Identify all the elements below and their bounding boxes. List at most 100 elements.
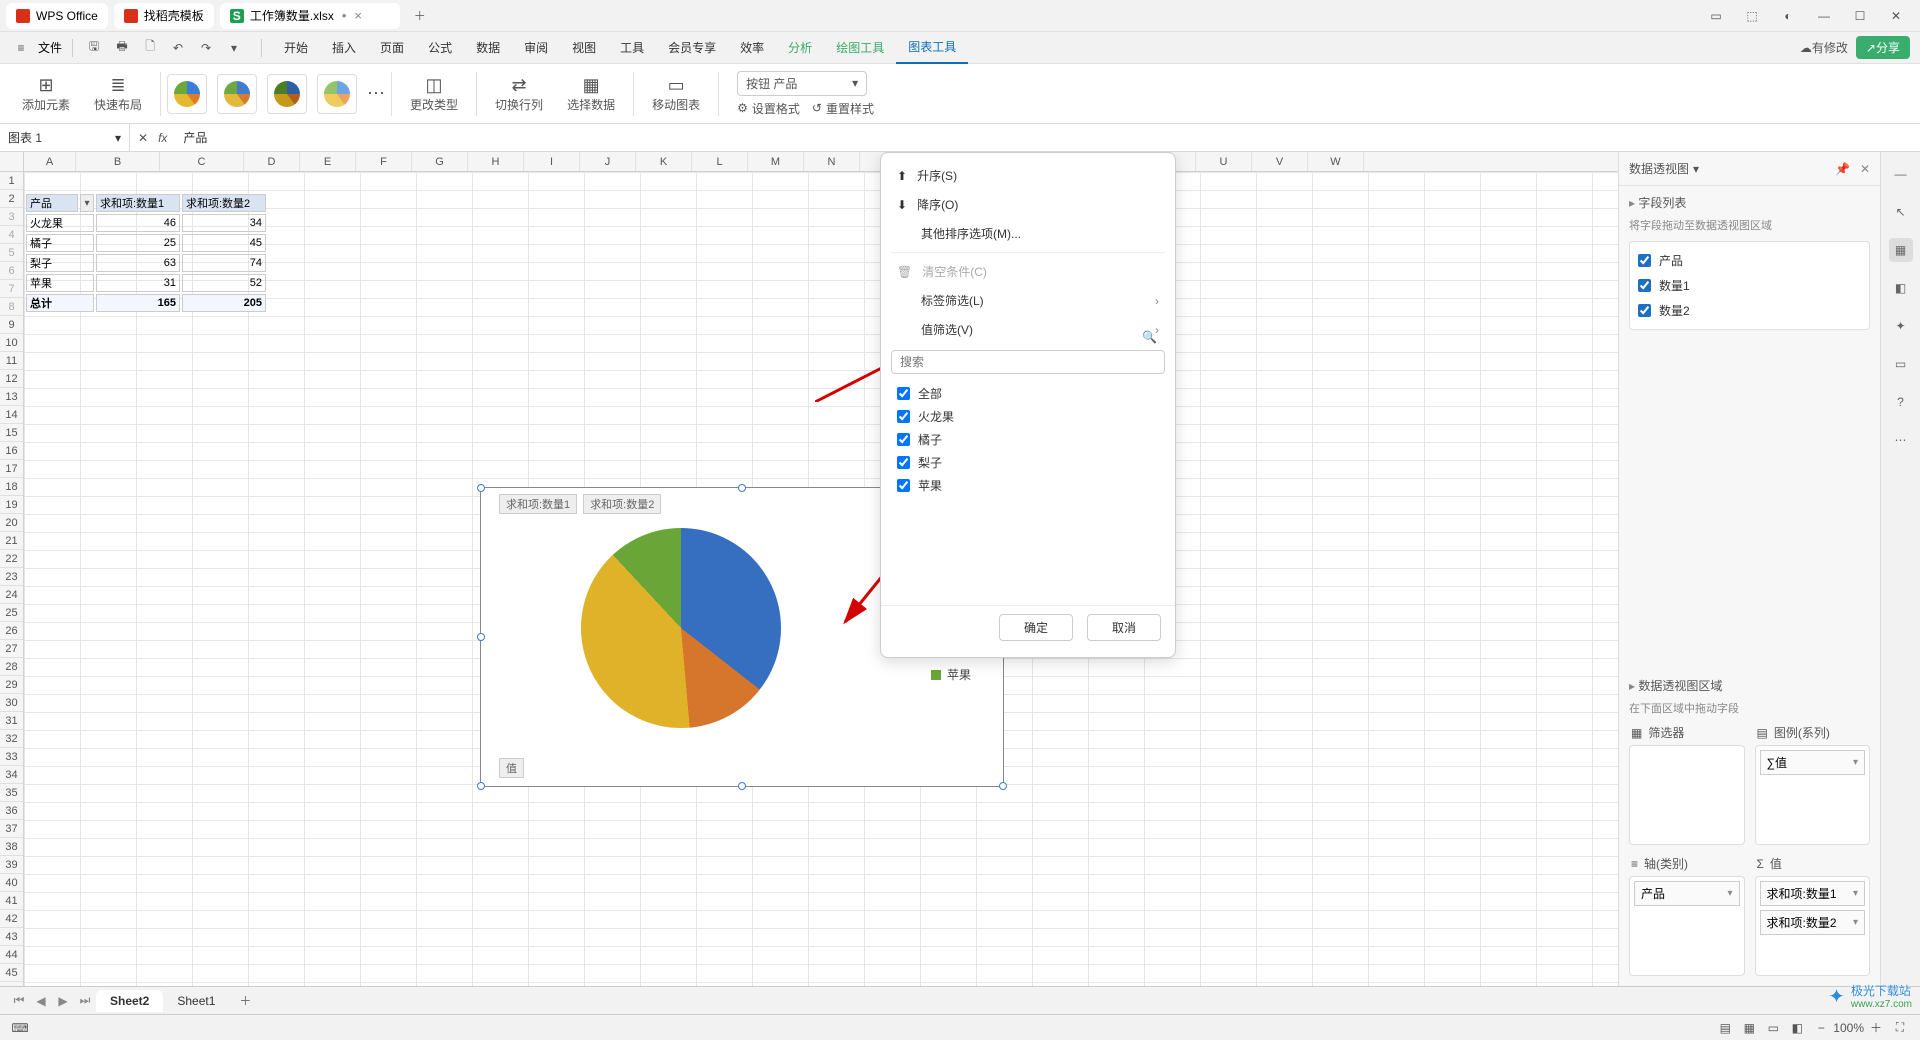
row-header[interactable]: 23 <box>0 568 23 586</box>
menu-view[interactable]: 视图 <box>560 32 608 64</box>
menu-start[interactable]: 开始 <box>272 32 320 64</box>
collapse-rail-icon[interactable]: — <box>1889 162 1913 186</box>
cell[interactable]: 46 <box>96 214 180 232</box>
change-type-button[interactable]: ◫更改类型 <box>410 74 458 113</box>
file-menu[interactable]: 文件 <box>38 39 62 56</box>
row-header[interactable]: 4 <box>0 226 23 244</box>
resize-handle[interactable] <box>738 782 746 790</box>
fullscreen-icon[interactable]: ⛶ <box>1888 1018 1912 1038</box>
menu-vip[interactable]: 会员专享 <box>656 32 728 64</box>
row-header[interactable]: 30 <box>0 694 23 712</box>
filter-option-all[interactable]: 全部 <box>897 382 1159 405</box>
row-header[interactable]: 10 <box>0 334 23 352</box>
add-element-button[interactable]: ⊞添加元素 <box>22 74 70 113</box>
move-chart-button[interactable]: ▭移动图表 <box>652 74 700 113</box>
menu-tools[interactable]: 工具 <box>608 32 656 64</box>
prev-sheet-icon[interactable]: ◀ <box>30 990 52 1012</box>
col-header[interactable]: U <box>1196 152 1252 171</box>
col-header[interactable]: A <box>24 152 76 171</box>
fx-icon[interactable]: fx <box>158 131 167 145</box>
name-box[interactable]: 图表 1▾ <box>0 124 130 151</box>
filter-option[interactable]: 火龙果 <box>897 405 1159 428</box>
filter-option[interactable]: 苹果 <box>897 474 1159 497</box>
view-page-icon[interactable]: ▦ <box>1737 1018 1761 1038</box>
close-icon[interactable]: ✕ <box>1860 162 1870 176</box>
book-icon[interactable]: ▭ <box>1889 352 1913 376</box>
row-header[interactable]: 28 <box>0 658 23 676</box>
menu-icon[interactable]: ≡ <box>10 37 32 59</box>
row-header[interactable]: 12 <box>0 370 23 388</box>
area-legend[interactable]: ∑值▾ <box>1755 745 1871 845</box>
cell[interactable]: 25 <box>96 234 180 252</box>
field-item[interactable]: 数量1 <box>1636 273 1863 298</box>
chart-style-4[interactable] <box>317 74 357 114</box>
menu-eff[interactable]: 效率 <box>728 32 776 64</box>
menu-data[interactable]: 数据 <box>464 32 512 64</box>
zoom-out-icon[interactable]: − <box>1809 1018 1833 1038</box>
undo-icon[interactable]: ↶ <box>167 37 189 59</box>
area-axis[interactable]: 产品▾ <box>1629 876 1745 976</box>
cell-total[interactable]: 总计 <box>26 294 94 312</box>
col-header[interactable]: D <box>244 152 300 171</box>
more-icon[interactable]: ⋯ <box>1889 428 1913 452</box>
chevron-down-icon[interactable]: ▾ <box>1853 757 1858 768</box>
select-all-corner[interactable] <box>0 152 24 171</box>
switch-row-col-button[interactable]: ⇄切换行列 <box>495 74 543 113</box>
button-field-dropdown[interactable]: 按钮 产品▾ <box>737 71 867 96</box>
reset-style-button[interactable]: ↺重置样式 <box>812 100 874 117</box>
label-filter[interactable]: 标签筛选(L)› <box>881 286 1175 315</box>
chevron-down-icon[interactable]: ▾ <box>1693 162 1699 176</box>
avatar-icon[interactable]: ◐ <box>1770 2 1806 30</box>
checkbox[interactable] <box>897 433 910 446</box>
col-header[interactable]: H <box>468 152 524 171</box>
col-header[interactable]: I <box>524 152 580 171</box>
legend-item[interactable]: 苹果 <box>931 666 989 683</box>
next-sheet-icon[interactable]: ▶ <box>52 990 74 1012</box>
menu-chart-tools[interactable]: 图表工具 <box>896 32 968 64</box>
legend-chip[interactable]: 求和项:数量2 <box>583 494 661 514</box>
cell[interactable]: 45 <box>182 234 266 252</box>
col-header[interactable]: B <box>76 152 160 171</box>
menu-drawing[interactable]: 绘图工具 <box>824 32 896 64</box>
area-item[interactable]: 求和项:数量2▾ <box>1760 910 1866 935</box>
row-header[interactable]: 9 <box>0 316 23 334</box>
cell-total[interactable]: 205 <box>182 294 266 312</box>
ok-button[interactable]: 确定 <box>999 614 1073 641</box>
row-header[interactable]: 22 <box>0 550 23 568</box>
checkbox[interactable] <box>897 456 910 469</box>
close-button[interactable]: ✕ <box>1878 2 1914 30</box>
row-header[interactable]: 15 <box>0 424 23 442</box>
view-reader-icon[interactable]: ◧ <box>1785 1018 1809 1038</box>
resize-handle[interactable] <box>477 633 485 641</box>
share-button[interactable]: ↗ 分享 <box>1856 36 1910 59</box>
checkbox[interactable] <box>1638 304 1651 317</box>
row-header[interactable]: 25 <box>0 604 23 622</box>
row-header[interactable]: 14 <box>0 406 23 424</box>
zoom-in-icon[interactable]: ＋ <box>1864 1018 1888 1038</box>
menu-analysis[interactable]: 分析 <box>776 32 824 64</box>
window-layout-icon[interactable]: ▭ <box>1698 2 1734 30</box>
row-header[interactable]: 35 <box>0 784 23 802</box>
pie-chart[interactable] <box>581 528 781 728</box>
col-header[interactable]: L <box>692 152 748 171</box>
sheet-area[interactable]: A B C document.write(Array.from({length:… <box>0 152 1618 986</box>
field-item[interactable]: 产品 <box>1636 248 1863 273</box>
other-sort[interactable]: 其他排序选项(M)... <box>881 219 1175 248</box>
new-tab-button[interactable]: ＋ <box>406 3 434 29</box>
sort-desc[interactable]: ⬇降序(O) <box>881 190 1175 219</box>
col-header[interactable]: G <box>412 152 468 171</box>
col-header[interactable]: M <box>748 152 804 171</box>
template-tab[interactable]: 找稻壳模板 <box>114 3 214 29</box>
col-header[interactable]: C <box>160 152 244 171</box>
resize-handle[interactable] <box>999 782 1007 790</box>
preview-icon[interactable]: 🗋 <box>139 37 161 59</box>
row-header[interactable]: 13 <box>0 388 23 406</box>
cell[interactable]: 橘子 <box>26 234 94 252</box>
cancel-fx-icon[interactable]: ✕ <box>138 131 148 145</box>
checkbox[interactable] <box>1638 279 1651 292</box>
col-header[interactable]: J <box>580 152 636 171</box>
row-header[interactable]: 8 <box>0 298 23 316</box>
menu-review[interactable]: 审阅 <box>512 32 560 64</box>
area-values[interactable]: 求和项:数量1▾ 求和项:数量2▾ <box>1755 876 1871 976</box>
row-header[interactable]: 11 <box>0 352 23 370</box>
